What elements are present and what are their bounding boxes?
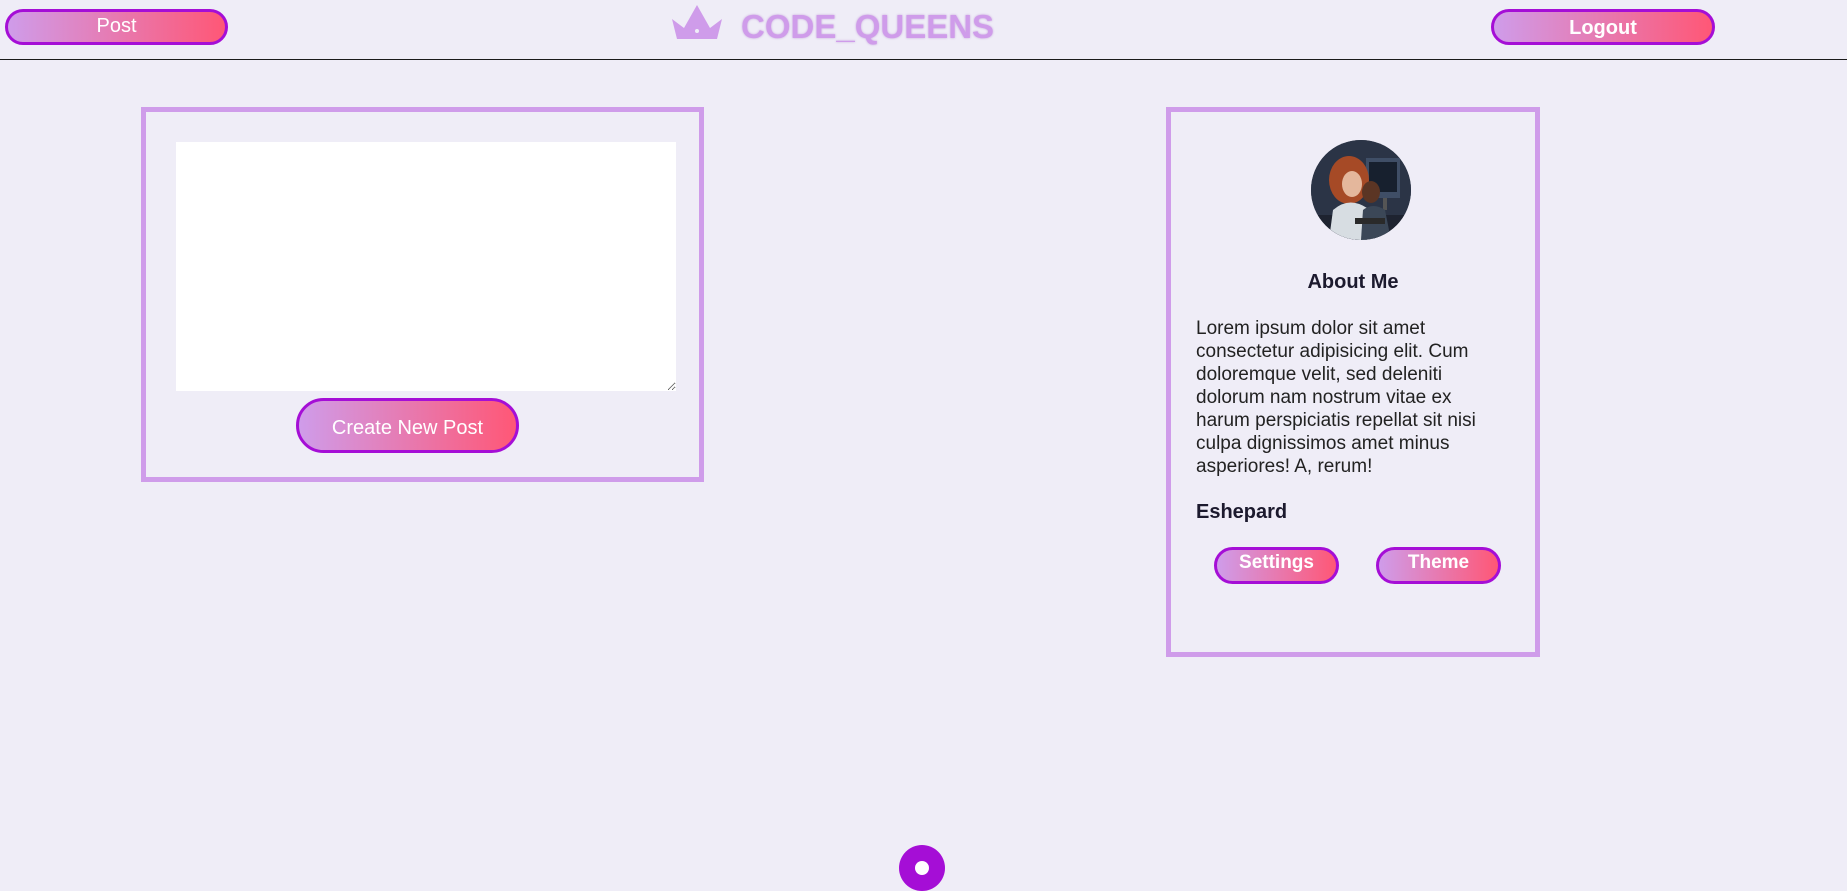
username: Eshepard <box>1196 501 1288 523</box>
scroll-to-top-button[interactable] <box>899 845 945 891</box>
avatar-photo <box>1311 140 1411 240</box>
brand-name: CODE_QUEENS <box>741 8 995 45</box>
post-button[interactable]: Post <box>5 9 228 45</box>
crown-icon <box>672 5 722 39</box>
create-post-panel: Create New Post <box>141 107 704 482</box>
avatar <box>1311 140 1411 240</box>
post-textarea[interactable] <box>176 142 676 391</box>
header-divider <box>0 59 1847 60</box>
profile-card: About Me Lorem ipsum dolor sit amet cons… <box>1166 107 1540 657</box>
create-new-post-button[interactable]: Create New Post <box>296 398 519 453</box>
about-me-heading: About Me <box>1307 271 1399 293</box>
settings-button[interactable]: Settings <box>1214 547 1339 584</box>
theme-button[interactable]: Theme <box>1376 547 1501 584</box>
about-me-text: Lorem ipsum dolor sit amet consectetur a… <box>1196 318 1476 477</box>
logout-button[interactable]: Logout <box>1491 9 1715 45</box>
dot-icon <box>915 861 929 875</box>
